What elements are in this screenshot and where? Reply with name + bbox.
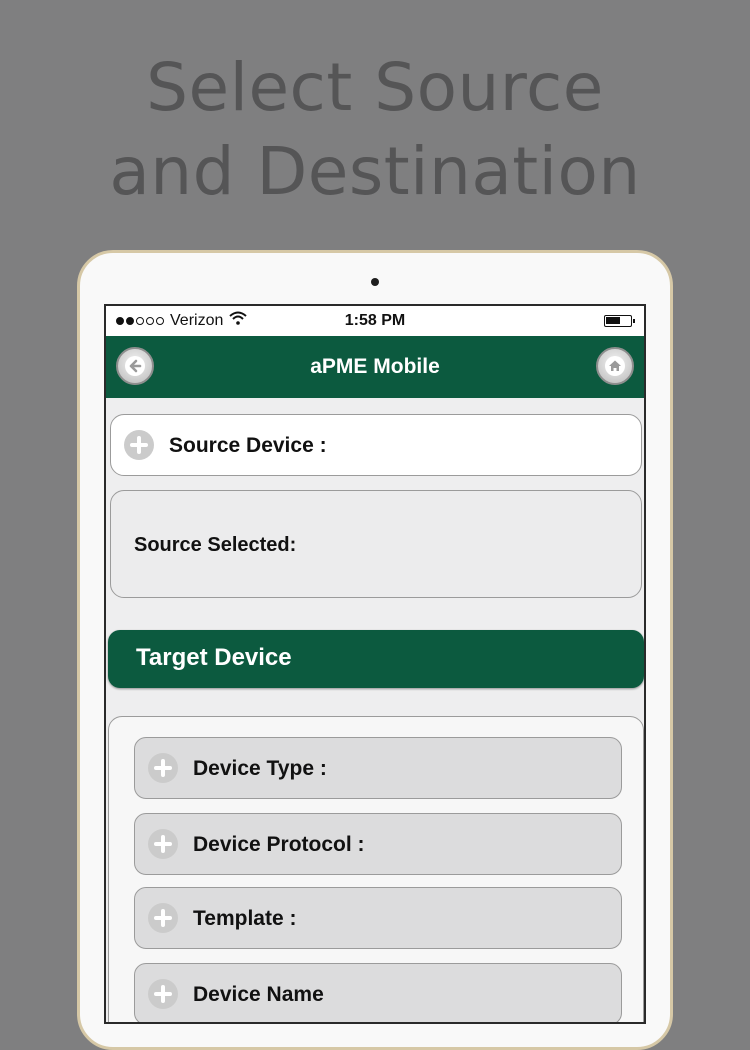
status-bar: Verizon 1:58 PM (106, 306, 644, 336)
app-screen: Verizon 1:58 PM aPME Mobile Source Devic… (104, 304, 646, 1024)
target-device-title: Target Device (136, 644, 292, 671)
promo-headline: Select Source and Destination (0, 46, 750, 214)
template-row[interactable]: Template : (134, 887, 622, 949)
home-icon (605, 356, 625, 376)
home-button[interactable] (596, 347, 634, 385)
target-device-header: Target Device (108, 630, 644, 688)
status-time: 1:58 PM (344, 312, 406, 329)
camera-icon (371, 278, 379, 286)
source-selected-label: Source Selected: (134, 534, 297, 556)
plus-icon (148, 829, 178, 859)
app-title: aPME Mobile (310, 355, 440, 378)
device-type-row[interactable]: Device Type : (134, 737, 622, 799)
device-protocol-row[interactable]: Device Protocol : (134, 813, 622, 875)
nav-bar: aPME Mobile (106, 336, 644, 398)
battery-icon (604, 315, 635, 327)
template-label: Template : (193, 907, 297, 930)
headline-line-2: and Destination (109, 133, 641, 210)
source-selected-panel: Source Selected: (110, 490, 642, 598)
plus-icon (148, 753, 178, 783)
target-device-panel: Device Type : Device Protocol : Template… (108, 716, 644, 1022)
source-device-row[interactable]: Source Device : (110, 414, 642, 476)
plus-icon (124, 430, 154, 460)
device-protocol-label: Device Protocol : (193, 833, 365, 856)
plus-icon (148, 979, 178, 1009)
source-device-label: Source Device : (169, 434, 327, 457)
plus-icon (148, 903, 178, 933)
device-name-label: Device Name (193, 983, 324, 1006)
device-type-label: Device Type : (193, 757, 327, 780)
headline-line-1: Select Source (146, 49, 604, 126)
device-name-row[interactable]: Device Name (134, 963, 622, 1022)
